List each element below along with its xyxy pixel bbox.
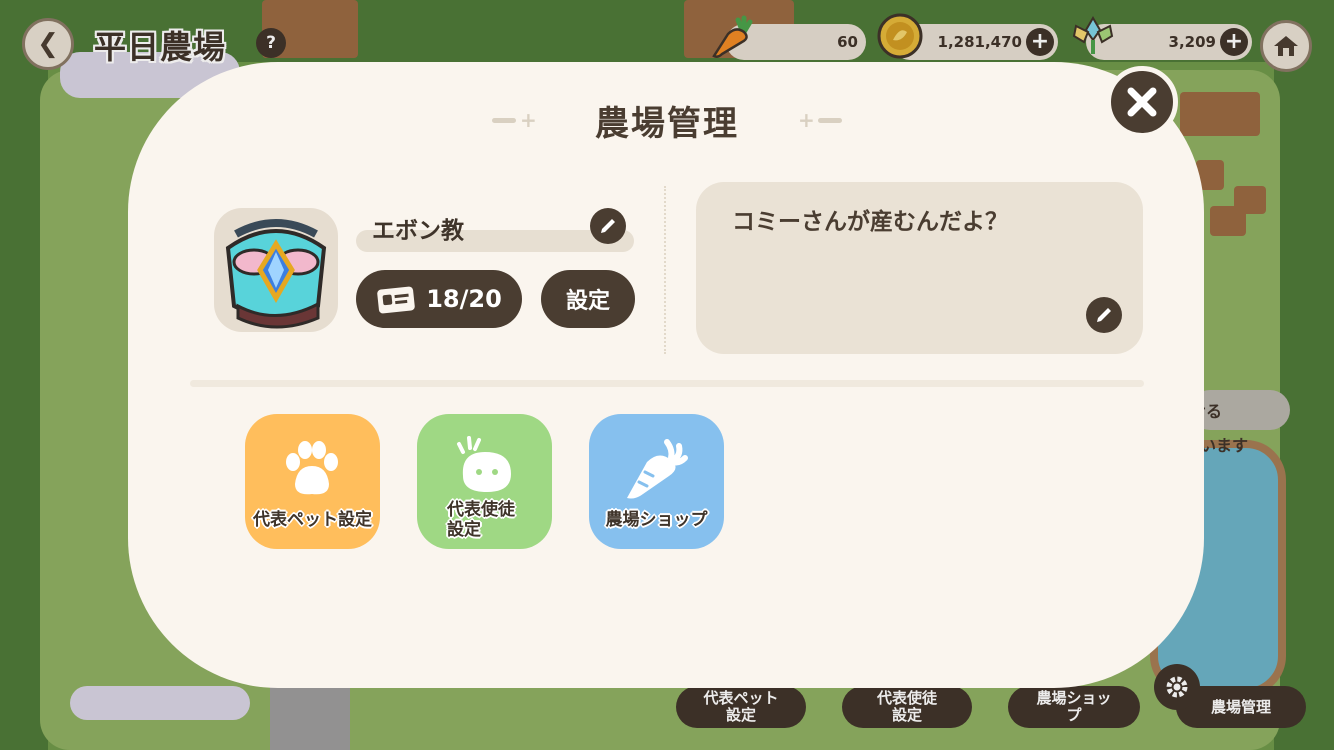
carrot-icon [627,439,688,499]
pencil-icon [601,219,615,233]
apostle-settings-button[interactable]: 代表使徒 設定 [417,414,552,549]
member-card-icon [377,286,415,314]
horizontal-divider [190,380,1144,387]
crystal-emblem-icon [225,219,327,329]
vertical-divider [664,186,666,354]
pet-settings-button[interactable]: 代表ペット設定 [245,414,380,549]
apostle-label-line2: 設定 [447,520,481,540]
farm-shop-button[interactable]: 農場ショップ [589,414,724,549]
farm-message-text: コミーさんが産むんだよ？ [732,209,1008,235]
pet-settings-label: 代表ペット設定 [253,510,372,530]
member-count: 18/20 [426,285,502,313]
close-icon [1127,87,1157,117]
apostle-settings-label: 代表使徒 設定 [421,500,548,540]
apostle-label-line1: 代表使徒 [447,500,515,520]
farm-settings-button[interactable]: 設定 [541,270,635,328]
farm-shop-label: 農場ショップ [605,510,708,530]
pencil-icon [1097,308,1111,322]
farm-display-name: エボン教 [372,218,464,244]
close-button[interactable] [1106,66,1178,138]
farm-management-modal [128,62,1204,688]
edit-message-button[interactable] [1086,297,1122,333]
paw-icon [286,441,338,495]
blob-creature-icon [457,436,511,492]
edit-name-button[interactable] [590,208,626,244]
member-count-badge[interactable]: 18/20 [356,270,522,328]
farm-emblem[interactable] [214,208,338,332]
